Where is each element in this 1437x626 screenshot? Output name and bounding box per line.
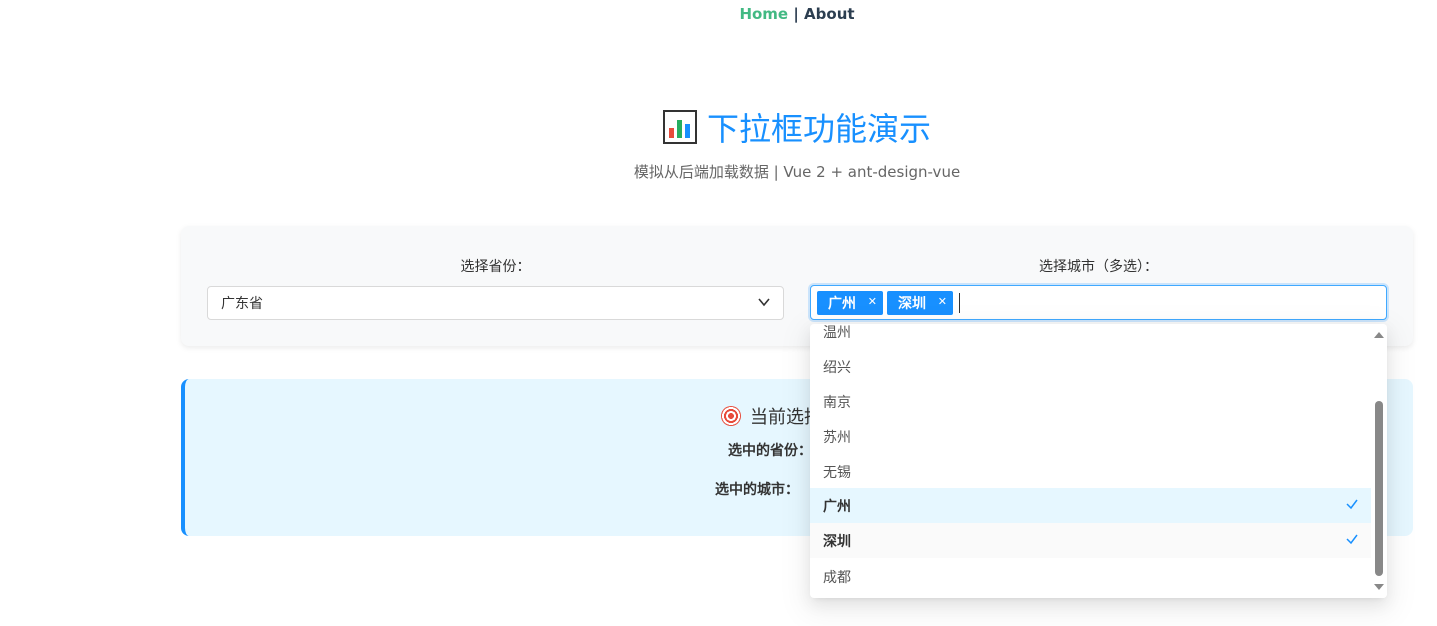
city-label: 选择城市（多选）： <box>1039 259 1158 275</box>
dropdown-option[interactable]: 苏州 <box>810 419 1371 454</box>
page-title: 下拉框功能演示 <box>0 104 1437 150</box>
dropdown-option[interactable]: 温州 <box>810 324 1371 349</box>
nav-about-link[interactable]: About <box>804 5 855 23</box>
nav-separator: | <box>788 5 805 23</box>
city-tag-label: 深圳 <box>898 296 926 312</box>
city-tag-label: 广州 <box>828 296 856 312</box>
dropdown-option[interactable]: 无锡 <box>810 454 1371 489</box>
close-icon[interactable]: ✕ <box>938 295 947 308</box>
target-icon <box>721 406 741 426</box>
province-select-value: 广东省 <box>221 296 263 312</box>
city-dropdown: 温州 绍兴 南京 苏州 无锡 广州 深圳 成都 <box>810 324 1387 598</box>
option-label: 广州 <box>823 499 851 515</box>
city-tag: 广州 ✕ <box>817 291 883 315</box>
scroll-up-icon[interactable] <box>1374 332 1384 338</box>
chevron-down-icon <box>758 298 770 307</box>
dropdown-option[interactable]: 南京 <box>810 384 1371 419</box>
dropdown-option-selected[interactable]: 广州 <box>810 488 1371 523</box>
city-tag: 深圳 ✕ <box>887 291 953 315</box>
option-label: 无锡 <box>823 465 851 481</box>
option-label: 成都 <box>823 570 851 586</box>
dropdown-option[interactable]: 成都 <box>810 559 1371 594</box>
province-select[interactable]: 广东省 <box>207 286 784 320</box>
text-cursor <box>959 293 960 313</box>
page-title-text: 下拉框功能演示 <box>706 110 931 148</box>
province-label: 选择省份： <box>460 259 531 275</box>
option-label: 绍兴 <box>823 360 851 376</box>
result-title: 当前选择 <box>721 403 822 429</box>
option-label: 苏州 <box>823 430 851 446</box>
option-label: 温州 <box>823 325 851 341</box>
check-icon <box>1346 499 1358 510</box>
dropdown-option-selected[interactable]: 深圳 <box>810 523 1371 558</box>
city-multiselect[interactable]: 广州 ✕ 深圳 ✕ <box>810 285 1387 320</box>
dropdown-scrollbar[interactable] <box>1371 324 1387 598</box>
page-subtitle: 模拟从后端加载数据 | Vue 2 + ant-design-vue <box>633 163 961 181</box>
dropdown-option[interactable]: 绍兴 <box>810 349 1371 384</box>
check-icon <box>1346 534 1358 545</box>
top-nav: Home | About <box>0 5 1437 23</box>
option-label: 深圳 <box>823 534 851 550</box>
close-icon[interactable]: ✕ <box>868 295 877 308</box>
bar-chart-icon <box>662 110 697 144</box>
nav-home-link[interactable]: Home <box>739 5 788 23</box>
scrollbar-thumb[interactable] <box>1375 401 1383 576</box>
option-label: 南京 <box>823 395 851 411</box>
result-province-label: 选中的省份： <box>728 443 812 459</box>
result-city-label: 选中的城市： <box>715 482 799 498</box>
scroll-down-icon[interactable] <box>1374 584 1384 590</box>
